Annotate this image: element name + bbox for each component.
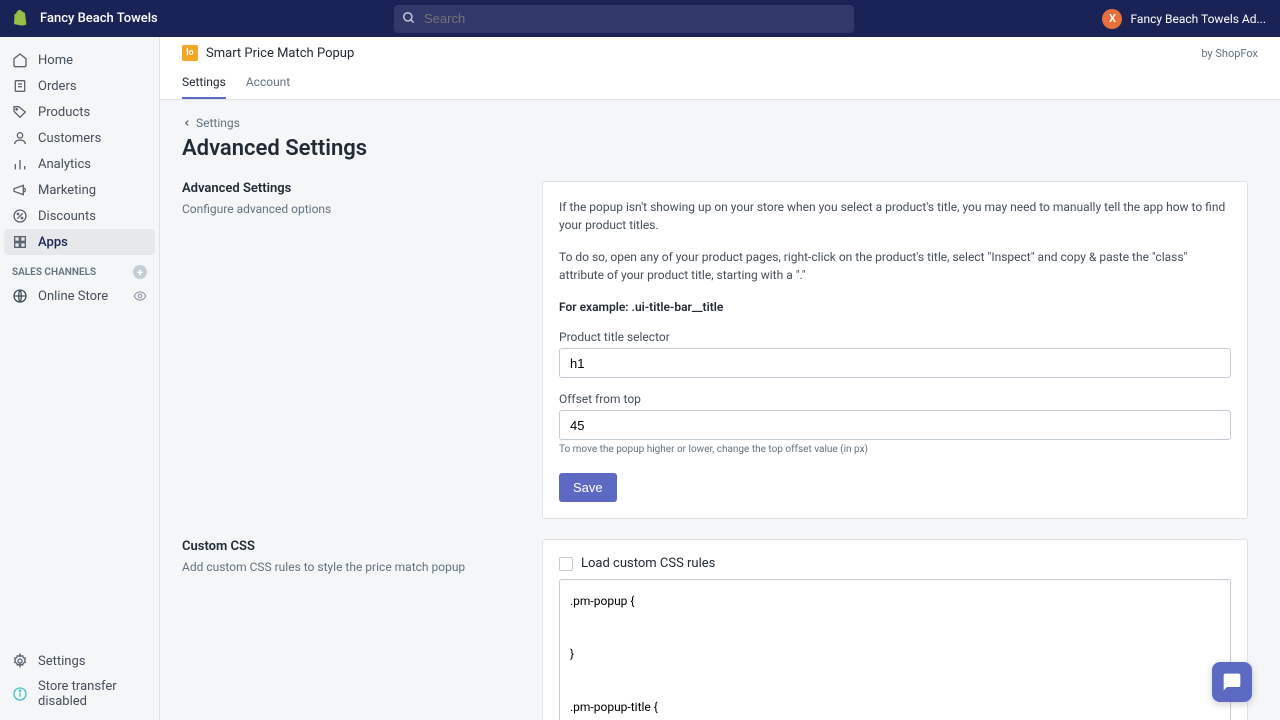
tab-settings[interactable]: Settings xyxy=(182,67,226,99)
content: lo Smart Price Match Popup by ShopFox Se… xyxy=(160,37,1280,720)
store-icon xyxy=(12,288,28,304)
app-icon: lo xyxy=(182,45,198,61)
sidebar-item-customers[interactable]: Customers xyxy=(0,125,159,151)
offset-label: Offset from top xyxy=(559,392,1231,406)
gear-icon xyxy=(12,653,28,669)
selector-label: Product title selector xyxy=(559,330,1231,344)
page-title: Advanced Settings xyxy=(182,136,1248,161)
selector-input[interactable] xyxy=(559,348,1231,378)
marketing-icon xyxy=(12,182,28,198)
info-icon xyxy=(12,686,28,702)
sidebar-item-home[interactable]: Home xyxy=(0,47,159,73)
load-css-checkbox[interactable] xyxy=(559,557,573,571)
intro-text-1: If the popup isn't showing up on your st… xyxy=(559,198,1231,234)
sidebar-item-label: Settings xyxy=(38,654,85,669)
sales-channels-heading: SALES CHANNELS + xyxy=(0,255,159,283)
sidebar-item-label: Analytics xyxy=(38,157,91,172)
offset-input[interactable] xyxy=(559,410,1231,440)
analytics-icon xyxy=(12,156,28,172)
checkbox-label: Load custom CSS rules xyxy=(581,556,715,571)
store-name: Fancy Beach Towels xyxy=(40,11,158,26)
css-card: Load custom CSS rules .pm-popup { } .pm-… xyxy=(542,539,1248,720)
tag-icon xyxy=(12,104,28,120)
account-name[interactable]: Fancy Beach Towels Ad... xyxy=(1130,12,1266,26)
channel-online-store[interactable]: Online Store xyxy=(0,283,159,309)
add-channel-icon[interactable]: + xyxy=(133,265,147,279)
sidebar-item-orders[interactable]: Orders xyxy=(0,73,159,99)
sidebar-item-products[interactable]: Products xyxy=(0,99,159,125)
home-icon xyxy=(12,52,28,68)
tab-account[interactable]: Account xyxy=(246,67,290,99)
sidebar-item-label: Customers xyxy=(38,131,101,146)
app-title: Smart Price Match Popup xyxy=(206,46,354,61)
discount-icon xyxy=(12,208,28,224)
css-textarea[interactable]: .pm-popup { } .pm-popup-title { } .pm-po… xyxy=(559,579,1231,720)
shopify-logo-icon xyxy=(14,10,32,28)
css-desc: Add custom CSS rules to style the price … xyxy=(182,560,522,574)
channel-label: Online Store xyxy=(38,289,108,304)
avatar[interactable]: X xyxy=(1102,9,1122,29)
sidebar-item-discounts[interactable]: Discounts xyxy=(0,203,159,229)
orders-icon xyxy=(12,78,28,94)
intro-text-2: To do so, open any of your product pages… xyxy=(559,248,1231,284)
offset-help: To move the popup higher or lower, chang… xyxy=(559,444,1231,455)
advanced-heading: Advanced Settings xyxy=(182,181,522,196)
sidebar-item-analytics[interactable]: Analytics xyxy=(0,151,159,177)
sidebar-item-label: Orders xyxy=(38,79,77,94)
sidebar-item-label: Apps xyxy=(38,235,68,250)
sidebar: Home Orders Products Customers Analytics… xyxy=(0,37,160,720)
sidebar-item-apps[interactable]: Apps xyxy=(4,229,155,255)
sidebar-item-settings[interactable]: Settings xyxy=(0,648,159,674)
search-icon xyxy=(402,11,416,25)
topbar: Fancy Beach Towels X Fancy Beach Towels … xyxy=(0,0,1280,37)
example-text: For example: .ui-title-bar__title xyxy=(559,298,1231,316)
css-heading: Custom CSS xyxy=(182,539,522,554)
chat-fab[interactable] xyxy=(1212,662,1252,702)
sidebar-item-label: Marketing xyxy=(38,183,96,198)
sidebar-item-transfer[interactable]: Store transfer disabled xyxy=(0,674,159,714)
breadcrumb[interactable]: Settings xyxy=(182,116,1248,130)
eye-icon[interactable] xyxy=(133,289,147,303)
sidebar-item-label: Home xyxy=(38,53,73,68)
chat-icon xyxy=(1222,672,1242,692)
search-input[interactable] xyxy=(394,5,854,33)
apps-icon xyxy=(12,234,28,250)
chevron-left-icon xyxy=(182,118,192,128)
sidebar-item-marketing[interactable]: Marketing xyxy=(0,177,159,203)
sidebar-item-label: Discounts xyxy=(38,209,96,224)
person-icon xyxy=(12,130,28,146)
sidebar-item-label: Store transfer disabled xyxy=(38,679,147,709)
advanced-desc: Configure advanced options xyxy=(182,202,522,216)
sidebar-item-label: Products xyxy=(38,105,90,120)
save-button[interactable]: Save xyxy=(559,473,617,502)
app-by: by ShopFox xyxy=(1201,47,1258,60)
advanced-card: If the popup isn't showing up on your st… xyxy=(542,181,1248,519)
